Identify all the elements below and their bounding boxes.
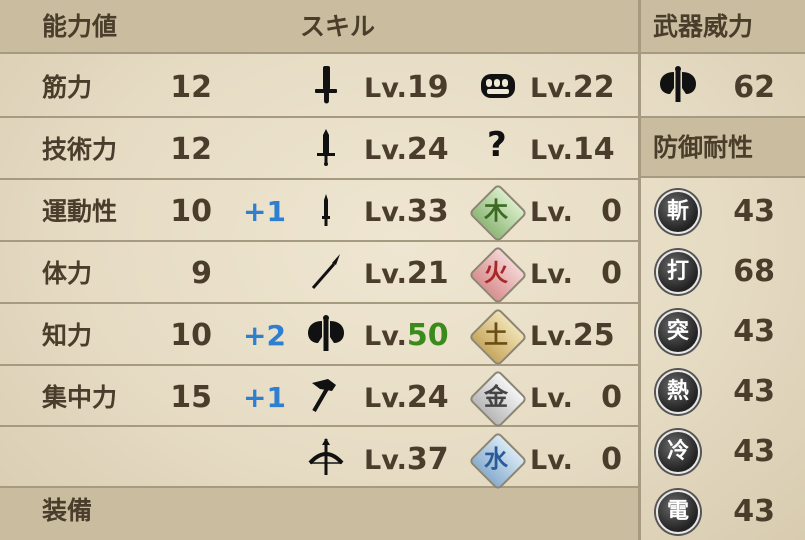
skill-level-earth: Lv.25 (530, 318, 615, 353)
skill-level-wood-value: 0 (601, 194, 622, 229)
stat-value-intelligence: 10 (170, 318, 212, 353)
pierce-resist-icon: 突 (656, 310, 700, 354)
stat-bonus-intelligence: +2 (243, 319, 286, 352)
row-divider (0, 116, 640, 118)
row-divider (0, 52, 640, 54)
metal-element-glyph: 金 (484, 383, 508, 411)
stat-value-technique: 12 (170, 132, 212, 167)
pierce-resist-value: 43 (733, 314, 775, 349)
skill-level-sword: Lv.24 (364, 132, 449, 167)
stat-value-focus: 15 (170, 380, 212, 415)
weapon-power-header: 武器威力 (653, 12, 754, 41)
earth-element-glyph: 土 (484, 321, 508, 349)
stats-header: 能力値 (42, 12, 118, 41)
column-divider (638, 0, 641, 540)
weapon-axe-icon (660, 66, 696, 102)
electric-resist-icon: 電 (656, 490, 700, 534)
fist-icon (481, 74, 515, 98)
water-element-glyph: 水 (484, 445, 508, 473)
skill-level-fist: Lv.22 (530, 70, 615, 105)
spear-icon (311, 254, 340, 289)
electric-resist-value: 43 (733, 494, 775, 529)
stat-bonus-focus: +1 (243, 381, 286, 414)
blunt-resist-value: 68 (733, 254, 775, 289)
stat-bonus-agility: +1 (243, 195, 286, 228)
skill-level-bow: Lv.37 (364, 442, 449, 477)
skill-level-dagger: Lv.33 (364, 194, 449, 229)
status-panel: 能力値 スキル 武器威力 防御耐性 装備 筋力 12 技術力 12 運動性 10… (0, 0, 805, 540)
equipment-header-bar (0, 487, 640, 540)
stat-label-strength: 筋力 (42, 73, 93, 102)
slash-resist-value: 43 (733, 194, 775, 229)
row-divider (640, 116, 805, 118)
dagger-icon (322, 194, 330, 226)
bow-icon (308, 438, 344, 475)
fire-element-glyph: 火 (484, 259, 508, 287)
stat-label-agility: 運動性 (42, 197, 118, 226)
cold-resist-icon: 冷 (656, 430, 700, 474)
axe-icon (308, 315, 344, 351)
row-divider (0, 364, 640, 366)
row-divider (640, 176, 805, 178)
heat-resist-value: 43 (733, 374, 775, 409)
row-divider (0, 425, 640, 427)
skill-level-water-value: 0 (601, 442, 622, 477)
stat-label-focus: 集中力 (42, 383, 118, 412)
weapon-power-value: 62 (733, 70, 775, 105)
heat-resist-icon: 熱 (656, 370, 700, 414)
stat-label-intelligence: 知力 (42, 321, 93, 350)
cold-resist-value: 43 (733, 434, 775, 469)
skill-level-unknown: Lv.14 (530, 132, 615, 167)
greatsword-icon (315, 66, 337, 104)
sword-icon (317, 129, 335, 166)
skill-level-metal-value: 0 (601, 380, 622, 415)
blunt-resist-icon: 打 (656, 250, 700, 294)
row-divider (0, 178, 640, 180)
stat-value-agility: 10 (170, 194, 212, 229)
stat-value-vitality: 9 (191, 256, 212, 291)
stat-label-vitality: 体力 (42, 259, 93, 288)
skill-level-axe: Lv.50 (364, 318, 449, 353)
equipment-header: 装備 (42, 496, 93, 525)
row-divider (0, 240, 640, 242)
row-divider (0, 486, 640, 488)
row-divider (640, 52, 805, 54)
skill-level-hammer: Lv.24 (364, 380, 449, 415)
skill-level-spear: Lv.21 (364, 256, 449, 291)
stat-label-technique: 技術力 (42, 135, 118, 164)
stat-value-strength: 12 (170, 70, 212, 105)
hammer-icon (312, 379, 336, 413)
question-icon: ? (487, 125, 507, 165)
defense-header: 防御耐性 (653, 133, 754, 162)
skill-level-greatsword: Lv.19 (364, 70, 449, 105)
wood-element-glyph: 木 (484, 197, 508, 225)
row-divider (0, 302, 640, 304)
skill-level-fire-value: 0 (601, 256, 622, 291)
slash-resist-icon: 斬 (656, 190, 700, 234)
skills-header: スキル (300, 12, 376, 41)
